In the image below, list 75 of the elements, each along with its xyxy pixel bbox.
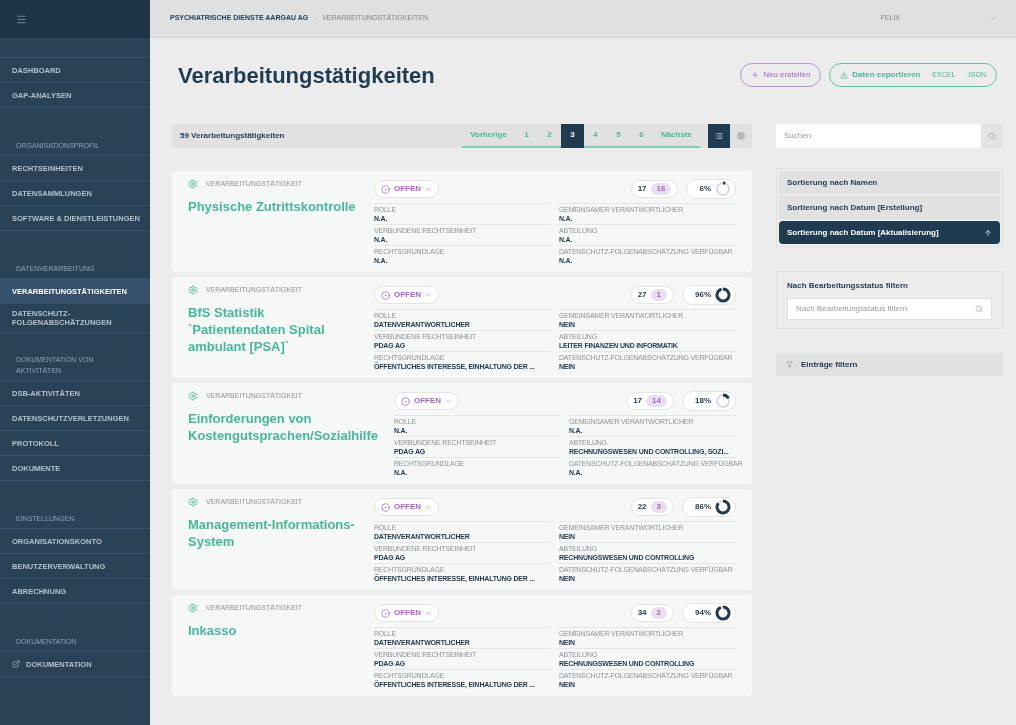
count-open: 2 [650, 607, 667, 619]
status-icon [381, 184, 390, 194]
caret-icon [445, 397, 453, 405]
progress-ring [715, 181, 731, 197]
count-total: 17 [633, 395, 643, 407]
filter-label: Nach Bearbeitungsstatus filtern [787, 280, 909, 292]
progress-ring [715, 393, 731, 409]
caret-icon [425, 609, 433, 617]
count-total: 34 [637, 607, 647, 619]
gear-icon [188, 179, 198, 190]
status-icon [381, 502, 390, 512]
grid-icon [737, 132, 745, 140]
search-field[interactable]: Suchen [776, 124, 981, 148]
caret-icon [425, 185, 433, 193]
chevron-icon [312, 15, 319, 22]
filter-icon [786, 361, 793, 368]
plus-icon [751, 71, 760, 79]
progress-percent: 18% [695, 395, 711, 407]
count-total: 17 [637, 183, 647, 195]
caret-icon[interactable] [990, 15, 997, 22]
count-open: 3 [650, 501, 667, 513]
progress-ring [715, 499, 731, 515]
status-icon [381, 608, 390, 618]
status-icon [381, 290, 390, 300]
activity-card[interactable] [172, 383, 752, 484]
progress-percent: 94% [695, 607, 711, 619]
search-icon [975, 305, 983, 313]
status-dropdown[interactable]: OFFEN [374, 180, 440, 198]
gear-icon [188, 285, 198, 296]
card-title[interactable]: Einforderungen von Kostengutsprachen/Sozialhilfe [188, 409, 378, 444]
count-open: 16 [650, 183, 672, 195]
status-dropdown[interactable]: OFFEN [374, 286, 440, 304]
download-icon [840, 71, 849, 79]
gear-icon [188, 391, 198, 402]
sort-option[interactable]: Sortierung nach Datum [Erstellung] [779, 196, 1000, 219]
arrow-up-icon [984, 228, 992, 237]
status-dropdown[interactable]: OFFEN [374, 604, 440, 622]
sort-option[interactable]: Sortierung nach Datum [Aktualisierung] [779, 221, 1000, 244]
count-open: 14 [646, 395, 667, 407]
progress-ring [715, 605, 731, 621]
card-title[interactable]: Inkasso [188, 621, 358, 639]
list-icon [715, 132, 723, 140]
status-dropdown[interactable]: OFFEN [393, 392, 460, 410]
caret-icon [425, 291, 433, 299]
card-title[interactable]: Management-Informations-System [188, 515, 358, 550]
card-title[interactable]: Physische Zutrittskontrolle [188, 197, 358, 215]
activity-card[interactable] [172, 277, 752, 378]
count-open: 1 [650, 289, 667, 301]
page-title: Verarbeitungstätigkeiten [178, 61, 435, 90]
caret-icon [425, 503, 433, 511]
card-title[interactable]: BfS Statistik `Patientendaten Spital ambulant [PSA]` [188, 303, 358, 355]
result-count: 59 Verarbeitungstätigkeiten [180, 130, 285, 142]
progress-percent: 96% [695, 289, 711, 301]
status-dropdown[interactable]: OFFEN [374, 498, 440, 516]
entries-filter-toggle[interactable]: Einträge filtern [776, 353, 1003, 376]
gear-icon [188, 497, 198, 508]
sort-option[interactable]: Sortierung nach Namen [779, 171, 1000, 194]
export-button[interactable]: Daten exportieren [840, 69, 921, 81]
activity-card[interactable] [172, 595, 752, 696]
menu-icon[interactable] [16, 13, 27, 25]
activity-card[interactable] [172, 171, 752, 272]
list-view-button[interactable] [708, 124, 730, 148]
filter-input[interactable]: Nach Bearbeitungsstatus filtern [788, 299, 975, 319]
progress-percent: 86% [695, 501, 711, 513]
progress-ring [715, 287, 731, 303]
search-icon [988, 132, 996, 140]
status-filter-field[interactable]: Nach Bearbeitungsstatus filtern [787, 298, 992, 320]
activity-card[interactable] [172, 489, 752, 590]
count-total: 27 [637, 289, 647, 301]
external-link-icon [12, 660, 20, 668]
gear-icon [188, 603, 198, 614]
page-button[interactable]: 3 [560, 124, 584, 148]
count-total: 22 [637, 501, 647, 513]
status-icon [400, 396, 410, 406]
progress-percent: 6% [699, 183, 711, 195]
